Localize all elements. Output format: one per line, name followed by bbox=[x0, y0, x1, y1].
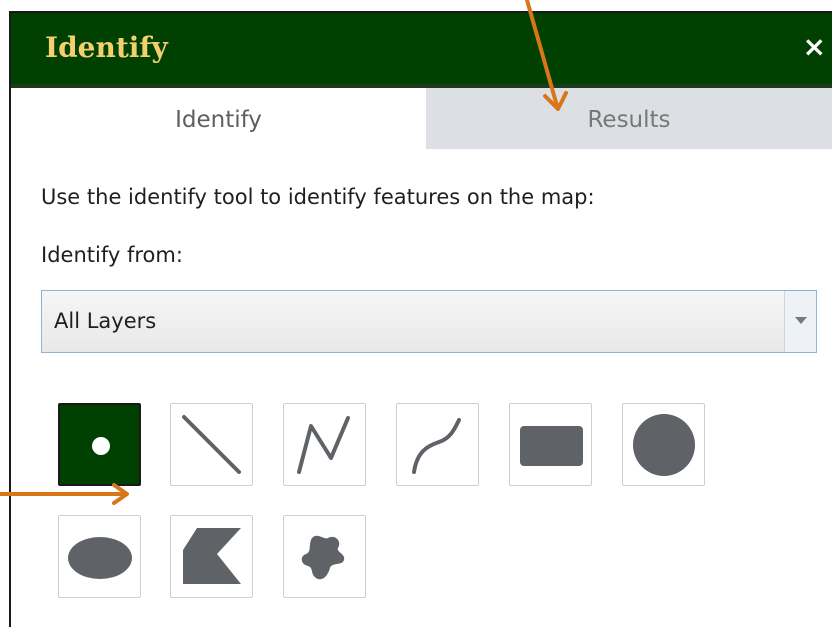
panel-title: Identify bbox=[45, 31, 168, 64]
polygon-icon bbox=[183, 528, 241, 584]
identify-from-label: Identify from: bbox=[41, 243, 183, 267]
title-bar: Identify × bbox=[11, 13, 832, 88]
polyline-tool-button[interactable] bbox=[283, 403, 366, 486]
line-tool-button[interactable] bbox=[170, 403, 253, 486]
layer-select[interactable]: All Layers bbox=[41, 290, 817, 353]
freehand-polygon-icon bbox=[301, 535, 345, 580]
extent-tool-button[interactable] bbox=[509, 403, 592, 486]
polygon-tool-button[interactable] bbox=[170, 515, 253, 598]
identify-panel: Identify × Identify Results Use the iden… bbox=[9, 11, 832, 627]
point-icon bbox=[92, 437, 110, 455]
ellipse-icon bbox=[68, 537, 132, 579]
freehand-line-icon bbox=[412, 418, 461, 474]
line-icon bbox=[182, 415, 241, 474]
polyline-icon bbox=[297, 416, 350, 474]
tab-identify[interactable]: Identify bbox=[11, 88, 426, 149]
freehand-polyline-tool-button[interactable] bbox=[396, 403, 479, 486]
circle-tool-button[interactable] bbox=[622, 403, 705, 486]
ellipse-tool-button[interactable] bbox=[58, 515, 141, 598]
dropdown-arrow-icon[interactable] bbox=[784, 291, 816, 352]
freehand-polygon-tool-button[interactable] bbox=[283, 515, 366, 598]
close-icon[interactable]: × bbox=[803, 33, 826, 61]
tab-results[interactable]: Results bbox=[426, 88, 832, 149]
circle-icon bbox=[633, 414, 695, 476]
point-tool-button[interactable] bbox=[58, 403, 141, 486]
layer-select-value: All Layers bbox=[54, 309, 157, 333]
instructions-text: Use the identify tool to identify featur… bbox=[41, 185, 595, 209]
rectangle-icon bbox=[520, 426, 583, 466]
